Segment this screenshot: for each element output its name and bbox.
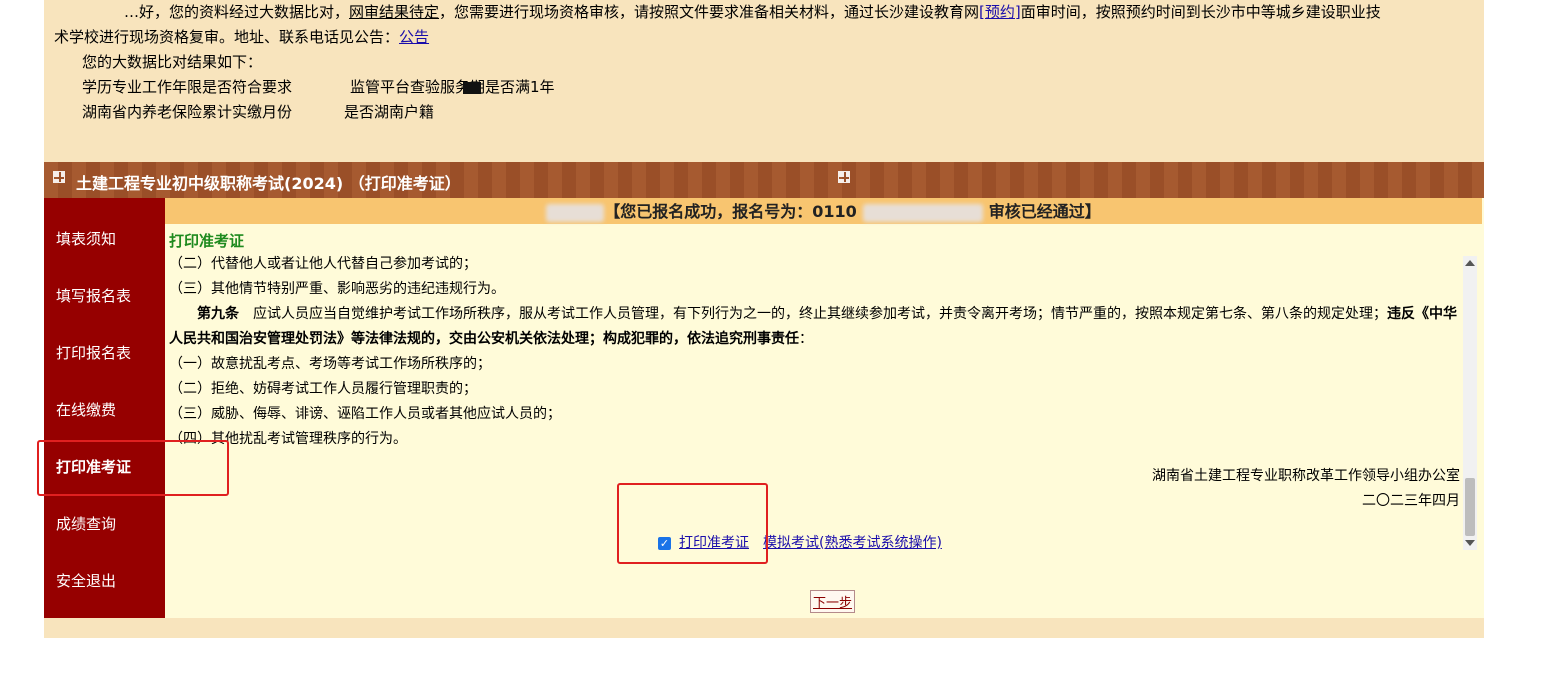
scroll-down-icon[interactable] <box>1465 540 1475 546</box>
sidebar: 填表须知 填写报名表 打印报名表 在线缴费 打印准考证 成绩查询 安全退出 <box>44 198 165 618</box>
notice-text: …好，您的资料经过大数据比对，网审结果待定，您需要进行现场资格审核，请按照文件要… <box>54 0 1474 125</box>
next-step-button[interactable]: 下一步 <box>810 590 856 613</box>
highlight-box <box>617 483 768 564</box>
banner-title: 土建工程专业初中级职称考试(2024) （打印准考证） <box>76 174 461 193</box>
result-q4: 是否湖南户籍 <box>344 103 435 121</box>
status-bar: 【您已报名成功，报名号为：0110 审核已经通过】 <box>165 198 1482 224</box>
signature-date: 二〇二三年四月 <box>1362 493 1460 509</box>
section-title: 打印准考证 <box>169 232 245 250</box>
grid-icon <box>838 171 850 183</box>
status-text-2: 审核已经通过】 <box>988 202 1101 221</box>
scroll-up-icon[interactable] <box>1465 260 1475 266</box>
scrollbar[interactable] <box>1463 256 1477 550</box>
notice-line-1: …好，您的资料经过大数据比对，网审结果待定，您需要进行现场资格审核，请按照文件要… <box>124 3 1381 21</box>
signature-block: 湖南省土建工程专业职称改革工作领导小组办公室 二〇二三年四月 <box>1152 464 1460 514</box>
signature-org: 湖南省土建工程专业职称改革工作领导小组办公室 <box>1152 468 1460 484</box>
footer-strip <box>44 618 1484 638</box>
sidebar-item-print-form[interactable]: 打印报名表 <box>56 342 131 363</box>
rule-line: （一）故意扰乱考点、考场等考试工作场所秩序的； <box>169 356 491 372</box>
main-content: 【您已报名成功，报名号为：0110 审核已经通过】 打印准考证 （二）代替他人或者… <box>165 198 1484 618</box>
rule-line: （三）其他情节特别严重、影响恶劣的违纪违规行为。 <box>169 281 505 297</box>
status-text-1: 【您已报名成功，报名号为：0110 <box>604 202 857 221</box>
result-row-1: 学历专业工作年限是否符合要求 监管平台查验服务期是否满1年 <box>54 75 1474 100</box>
redacted-name <box>546 203 605 222</box>
result-q1: 学历专业工作年限是否符合要求 <box>82 78 293 96</box>
result-q2: 监管平台查验服务期是否满1年 <box>350 78 555 96</box>
sidebar-item-score-query[interactable]: 成绩查询 <box>56 513 116 534</box>
sidebar-item-fill-form[interactable]: 填写报名表 <box>56 285 131 306</box>
section-banner: 土建工程专业初中级职称考试(2024) （打印准考证） <box>44 162 1484 198</box>
article-9: 第九条 应试人员应当自觉维护考试工作场所秩序，服从考试工作人员管理，有下列行为之… <box>169 306 1457 347</box>
sidebar-item-payment[interactable]: 在线缴费 <box>56 399 116 420</box>
result-row-2: 湖南省内养老保险累计实缴月份 是否湖南户籍 <box>54 100 1474 125</box>
grid-icon <box>53 171 65 183</box>
notice-panel: …好，您的资料经过大数据比对，网审结果待定，您需要进行现场资格审核，请按照文件要… <box>44 0 1484 162</box>
sidebar-item-logout[interactable]: 安全退出 <box>56 570 116 591</box>
scrollbar-thumb[interactable] <box>1465 478 1475 536</box>
redacted-number <box>862 203 983 222</box>
rule-line: （二）拒绝、妨碍考试工作人员履行管理职责的； <box>169 381 477 397</box>
highlight-box <box>37 440 229 496</box>
mock-exam-link[interactable]: 模拟考试(熟悉考试系统操作) <box>763 535 942 551</box>
appointment-link[interactable]: [预约] <box>979 3 1021 21</box>
result-intro: 您的大数据比对结果如下： <box>82 53 263 71</box>
sidebar-item-instructions[interactable]: 填表须知 <box>56 228 116 249</box>
page: …好，您的资料经过大数据比对，网审结果待定，您需要进行现场资格审核，请按照文件要… <box>0 0 1564 697</box>
rule-line: （三）威胁、侮辱、诽谤、诬陷工作人员或者其他应试人员的； <box>169 406 561 422</box>
rule-line: （四）其他扰乱考试管理秩序的行为。 <box>169 431 407 447</box>
announcement-link[interactable]: 公告 <box>399 28 429 46</box>
result-q3: 湖南省内养老保险累计实缴月份 <box>82 103 293 121</box>
review-pending-text: 网审结果待定 <box>349 3 440 21</box>
notice-line-2: 术学校进行现场资格复审。地址、联系电话见公告：公告 <box>54 28 430 46</box>
rule-line: （二）代替他人或者让他人代替自己参加考试的； <box>169 256 477 272</box>
